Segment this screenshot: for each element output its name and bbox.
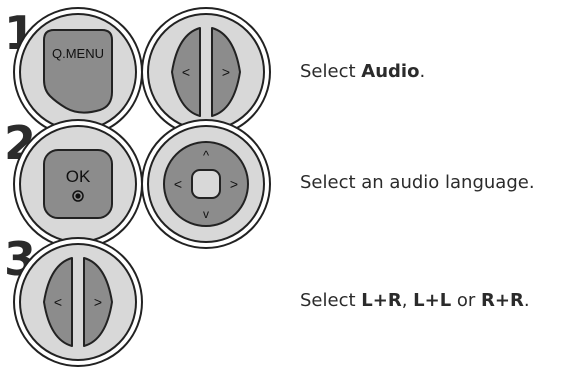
- ll-option: L+L: [413, 290, 452, 311]
- chevron-down-icon: v: [203, 207, 209, 221]
- step-2-instruction: Select an audio language.: [300, 172, 535, 193]
- chevron-right-icon: >: [94, 294, 102, 310]
- chevron-left-icon: <: [54, 294, 62, 310]
- chevron-right-icon: >: [222, 64, 230, 80]
- chevron-up-icon: ^: [203, 148, 210, 163]
- audio-term: Audio: [361, 61, 420, 82]
- qmenu-label: Q.MENU: [52, 46, 104, 61]
- chevron-right-icon: >: [230, 176, 238, 192]
- left-right-buttons-illustration: < >: [13, 237, 143, 367]
- chevron-left-icon: <: [182, 64, 190, 80]
- ok-label: OK: [66, 167, 91, 186]
- rr-option: R+R: [481, 290, 524, 311]
- step-3-instruction: Select L+R, L+L or R+R.: [300, 290, 530, 311]
- chevron-left-icon: <: [174, 176, 182, 192]
- step-1-instruction: Select Audio.: [300, 61, 426, 82]
- dpad-buttons-illustration: ^ v < >: [141, 119, 271, 249]
- lr-option: L+R: [361, 290, 402, 311]
